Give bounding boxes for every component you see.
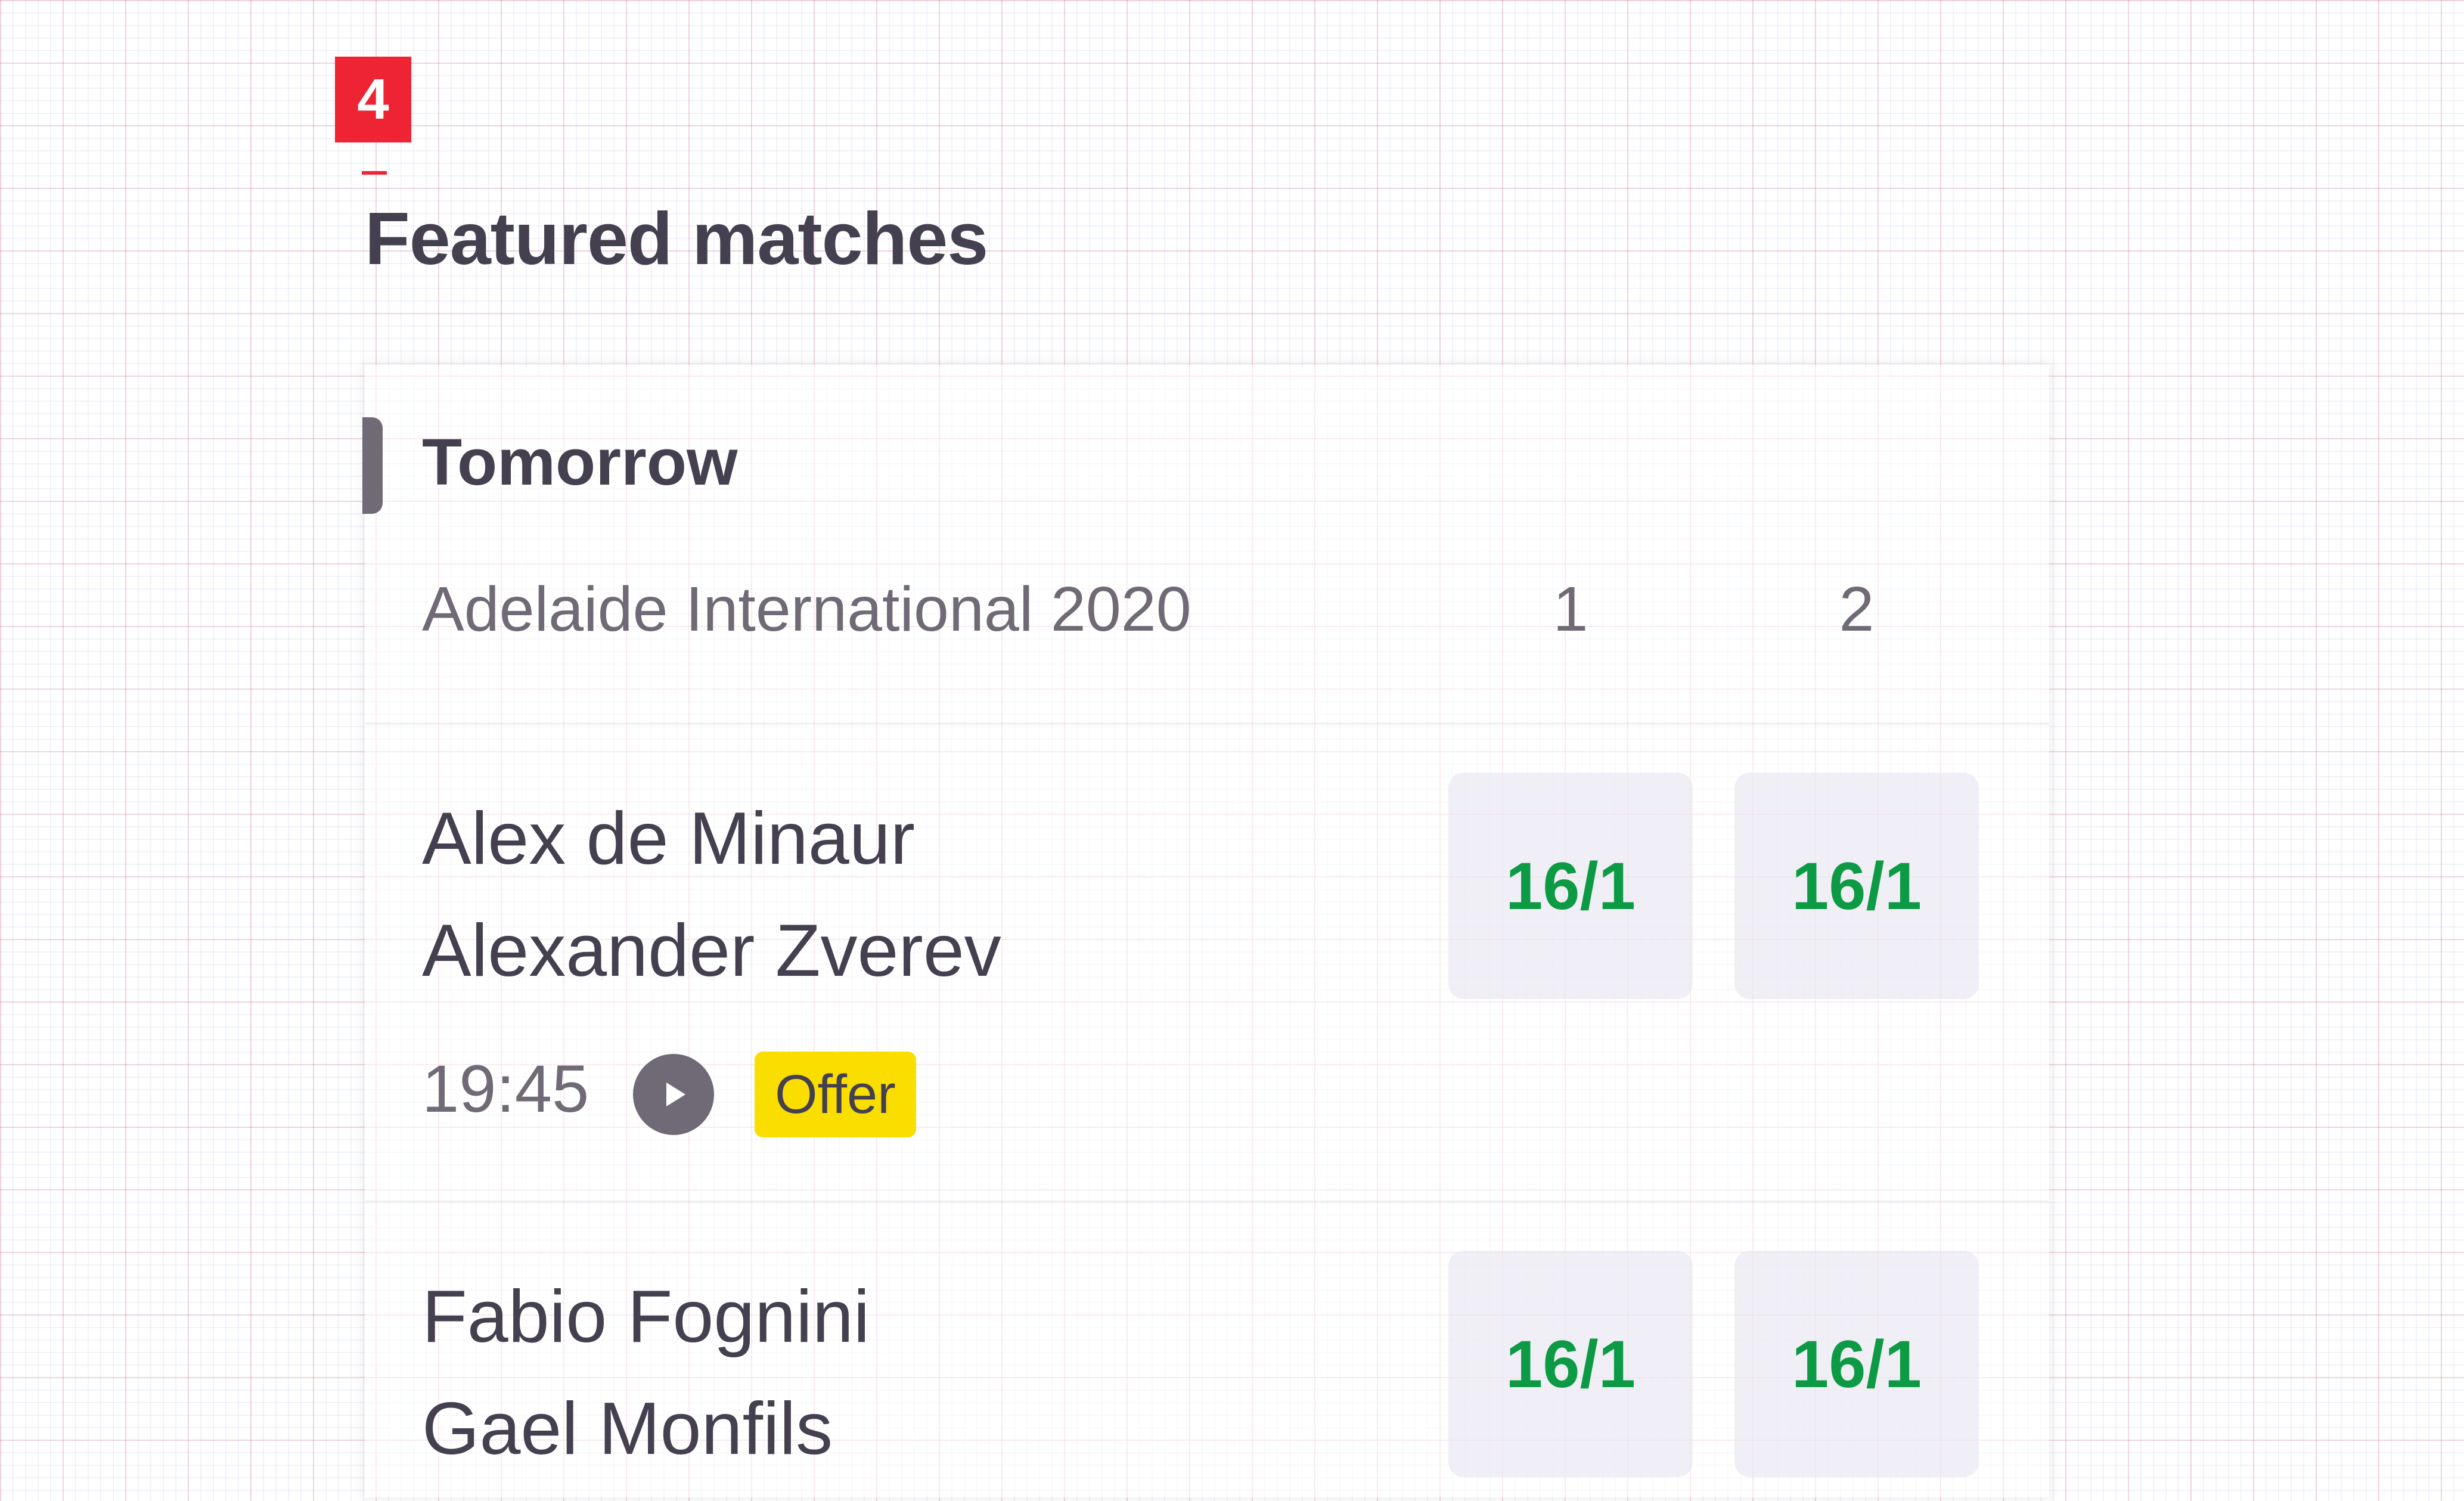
competition-name[interactable]: Adelaide International 2020: [422, 573, 1191, 646]
match-row[interactable]: Fabio Fognini Gael Monfils 16/1 16/1: [365, 1203, 2049, 1501]
featured-matches-card: Tomorrow Adelaide International 2020 1 2…: [362, 365, 2049, 1497]
player-home: Alex de Minaur: [422, 798, 916, 880]
column-header-home: 1: [1553, 574, 1588, 644]
odds-button-home[interactable]: 16/1: [1448, 1251, 1693, 1477]
day-label: Tomorrow: [422, 426, 738, 499]
column-header-away: 2: [1839, 574, 1875, 644]
match-row[interactable]: Alex de Minaur Alexander Zverev 16/1 16/…: [365, 725, 2049, 1196]
odds-button-away[interactable]: 16/1: [1734, 1251, 1979, 1477]
odds-button-away[interactable]: 16/1: [1734, 773, 1979, 999]
day-accent-bar: [362, 417, 383, 514]
player-away: Alexander Zverev: [422, 910, 1001, 992]
section-title: Featured matches: [365, 198, 988, 280]
step-underline: [362, 171, 387, 175]
odds-button-home[interactable]: 16/1: [1448, 773, 1693, 999]
step-number-badge: 4: [335, 57, 411, 142]
player-home: Fabio Fognini: [422, 1276, 870, 1358]
play-circle-icon[interactable]: [633, 1054, 714, 1135]
player-away: Gael Monfils: [422, 1388, 833, 1470]
match-time: 19:45: [422, 1052, 589, 1126]
play-triangle-icon: [666, 1083, 685, 1106]
offer-badge: Offer: [755, 1052, 916, 1137]
